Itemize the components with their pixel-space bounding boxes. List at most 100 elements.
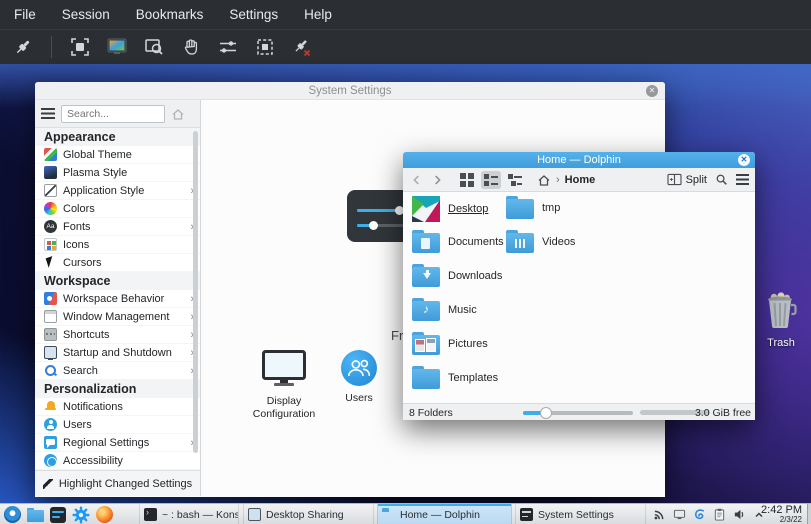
- item-label: Icons: [63, 239, 89, 251]
- hamburger-menu-icon[interactable]: [41, 108, 55, 119]
- sidebar-item-shortcuts[interactable]: Shortcuts: [35, 326, 200, 344]
- back-icon[interactable]: [409, 172, 425, 188]
- folder-item-templates[interactable]: Templates: [412, 366, 498, 389]
- dolphin-statusbar: 8 Folders 3.0 GiB free: [403, 403, 755, 420]
- footer-label: Highlight Changed Settings: [59, 478, 192, 490]
- close-icon[interactable]: ✕: [646, 85, 658, 97]
- photo-thumbnail-icon: [415, 339, 425, 352]
- scale-icon[interactable]: [217, 36, 239, 58]
- accessibility-icon: [44, 454, 57, 467]
- view-only-icon[interactable]: [143, 36, 165, 58]
- users-shortcut[interactable]: Users: [321, 350, 397, 405]
- sidebar-item-application-style[interactable]: Application Style: [35, 182, 200, 200]
- volume-icon[interactable]: [732, 508, 746, 522]
- fit-window-icon[interactable]: [254, 36, 276, 58]
- folder-icon: [506, 230, 534, 253]
- task-label: ~ : bash — Konsole: [162, 509, 239, 521]
- folder-item-videos[interactable]: Videos: [506, 230, 575, 253]
- firefox-icon[interactable]: [95, 506, 113, 524]
- hamburger-menu-icon[interactable]: [736, 174, 749, 185]
- users-icon: [341, 350, 377, 386]
- screen-share-tray-icon[interactable]: [672, 508, 686, 522]
- clock[interactable]: 2:42 PM 2/3/22: [750, 505, 802, 524]
- close-icon[interactable]: ✕: [738, 154, 750, 166]
- sidebar-item-icons[interactable]: Icons: [35, 236, 200, 254]
- search-icon[interactable]: [715, 173, 728, 186]
- folder-label: Music: [448, 304, 477, 316]
- sidebar-item-search[interactable]: Search: [35, 362, 200, 380]
- grab-all-keys-icon[interactable]: [180, 36, 202, 58]
- fullscreen-icon[interactable]: [69, 36, 91, 58]
- folder-item-desktop[interactable]: Desktop: [412, 196, 488, 222]
- home-icon[interactable]: [537, 173, 551, 187]
- breadcrumb-location[interactable]: Home: [565, 174, 596, 186]
- system-settings-launcher-icon[interactable]: [72, 506, 90, 524]
- dolphin-launcher-icon[interactable]: [26, 506, 44, 524]
- folder-item-tmp[interactable]: tmp: [506, 196, 560, 219]
- icons-view-button[interactable]: [457, 171, 477, 189]
- item-label: Regional Settings: [63, 437, 149, 449]
- task-dolphin[interactable]: Home — Dolphin: [377, 504, 512, 524]
- forward-icon[interactable]: [429, 172, 445, 188]
- sidebar-list: Appearance Global Theme Plasma Style App…: [35, 128, 200, 470]
- application-style-icon: [44, 184, 57, 197]
- item-label: Search: [63, 365, 98, 377]
- disconnect-icon[interactable]: [291, 36, 313, 58]
- task-system-settings[interactable]: System Settings: [515, 504, 646, 524]
- sidebar-item-global-theme[interactable]: Global Theme: [35, 146, 200, 164]
- plasma-style-icon: [44, 166, 57, 179]
- sidebar-item-cursors[interactable]: Cursors: [35, 254, 200, 272]
- dolphin-titlebar[interactable]: Home — Dolphin ✕: [403, 152, 755, 168]
- task-konsole[interactable]: ~ : bash — Konsole: [139, 504, 239, 524]
- item-label: Workspace Behavior: [63, 293, 164, 305]
- zoom-slider[interactable]: [523, 411, 633, 415]
- trash-desktop-icon[interactable]: Trash: [757, 290, 805, 349]
- item-label: Users: [63, 419, 92, 431]
- folder-item-pictures[interactable]: Pictures: [412, 332, 488, 355]
- compact-view-button[interactable]: [481, 171, 501, 189]
- slider-knob: [369, 221, 378, 230]
- sidebar-item-regional-settings[interactable]: Regional Settings: [35, 434, 200, 452]
- sidebar-item-fonts[interactable]: Fonts: [35, 218, 200, 236]
- sidebar-item-window-management[interactable]: Window Management: [35, 308, 200, 326]
- take-screenshot-icon[interactable]: [106, 36, 128, 58]
- folder-icon: [412, 230, 440, 253]
- clipboard-icon[interactable]: [712, 508, 726, 522]
- folder-item-music[interactable]: ♪ Music: [412, 298, 477, 321]
- sidebar-scrollbar[interactable]: [193, 131, 198, 453]
- sidebar-item-notifications[interactable]: Notifications: [35, 398, 200, 416]
- sidebar-item-accessibility[interactable]: Accessibility: [35, 452, 200, 470]
- zoom-slider-handle[interactable]: [540, 407, 552, 419]
- sidebar-item-startup-and-shutdown[interactable]: Startup and Shutdown: [35, 344, 200, 362]
- sidebar-item-colors[interactable]: Colors: [35, 200, 200, 218]
- sidebar-item-users[interactable]: Users: [35, 416, 200, 434]
- system-settings-titlebar[interactable]: System Settings ✕: [35, 82, 665, 100]
- quick-settings-launcher-icon[interactable]: [49, 506, 67, 524]
- new-connection-icon[interactable]: [12, 36, 34, 58]
- task-desktop-sharing[interactable]: Desktop Sharing: [243, 504, 374, 524]
- folder-item-downloads[interactable]: Downloads: [412, 264, 502, 287]
- menu-help[interactable]: Help: [300, 5, 336, 24]
- display-configuration-shortcut[interactable]: Display Configuration: [242, 350, 326, 421]
- details-view-button[interactable]: [505, 171, 525, 189]
- peek-desktop-button[interactable]: [807, 504, 811, 524]
- plasma-swirl-tray-icon[interactable]: [692, 508, 706, 522]
- rss-broadcast-icon[interactable]: [652, 508, 666, 522]
- sidebar-item-workspace-behavior[interactable]: Workspace Behavior: [35, 290, 200, 308]
- menu-session[interactable]: Session: [58, 5, 114, 24]
- menu-file[interactable]: File: [10, 5, 40, 24]
- split-button[interactable]: Split: [667, 173, 707, 186]
- item-label: Accessibility: [63, 455, 123, 467]
- application-launcher-icon[interactable]: [3, 506, 21, 524]
- home-icon[interactable]: [171, 107, 185, 121]
- folder-item-documents[interactable]: Documents: [412, 230, 504, 253]
- system-settings-icon: [520, 508, 533, 521]
- folder-icon: [382, 508, 395, 521]
- menu-settings[interactable]: Settings: [225, 5, 282, 24]
- menu-bookmarks[interactable]: Bookmarks: [132, 5, 208, 24]
- sidebar-item-plasma-style[interactable]: Plasma Style: [35, 164, 200, 182]
- highlight-changed-settings-button[interactable]: Highlight Changed Settings: [35, 470, 200, 496]
- search-settings-icon: [44, 364, 57, 377]
- search-input[interactable]: [61, 105, 165, 123]
- sidebar-search-row: [35, 100, 200, 128]
